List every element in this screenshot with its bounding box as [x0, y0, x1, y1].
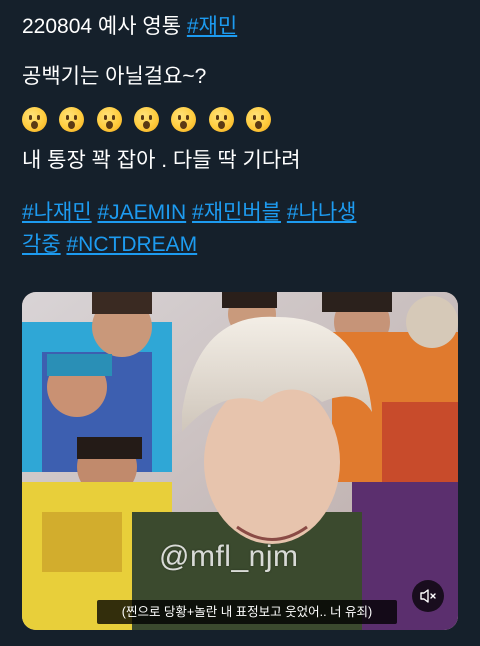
speaker-muted-icon	[420, 589, 436, 603]
tweet-line-2: 공백기는 아닐걸요~?	[22, 65, 207, 88]
hashtag-najaemin[interactable]: #나재민	[22, 201, 92, 224]
hashtag-jaemin-bubble[interactable]: #재민버블	[192, 201, 281, 224]
hashtag-jaemin-en[interactable]: #JAEMIN	[97, 201, 186, 224]
video-subtitle: (찐으로 당황+놀란 내 표정보고 웃었어.. 너 유죄)	[97, 600, 397, 624]
hashtag-jaemin[interactable]: #재민	[187, 15, 237, 38]
tweet-line-4: 내 통장 꽉 잡아 . 다들 딱 기다려	[22, 149, 301, 172]
hushed-face-icon	[22, 106, 47, 132]
hushed-face-icon	[246, 106, 272, 132]
hashtag-nana-thinking[interactable]: #나나생	[287, 201, 357, 224]
video-frame	[22, 292, 458, 630]
emoji-row	[22, 104, 278, 136]
tweet-date-text: 220804 예사 영통	[22, 15, 187, 38]
hashtag-row-2: 각중 #NCTDREAM	[22, 230, 197, 260]
video-media[interactable]: @mfl_njm (찐으로 당황+놀란 내 표정보고 웃었어.. 너 유죄)	[22, 292, 458, 630]
hashtag-nctdream[interactable]: #NCTDREAM	[66, 233, 197, 256]
mute-button[interactable]	[412, 580, 444, 612]
hushed-face-icon	[171, 106, 197, 132]
tweet-line-1: 220804 예사 영통 #재민	[22, 12, 237, 42]
hushed-face-icon	[96, 106, 122, 132]
video-watermark: @mfl_njm	[159, 540, 299, 573]
hushed-face-icon	[134, 106, 160, 132]
hashtag-row-1: #나재민 #JAEMIN #재민버블 #나나생	[22, 198, 356, 228]
hushed-face-icon	[59, 106, 85, 132]
hashtag-nana-thinking-cont[interactable]: 각중	[22, 233, 61, 256]
hushed-face-icon	[208, 106, 234, 132]
